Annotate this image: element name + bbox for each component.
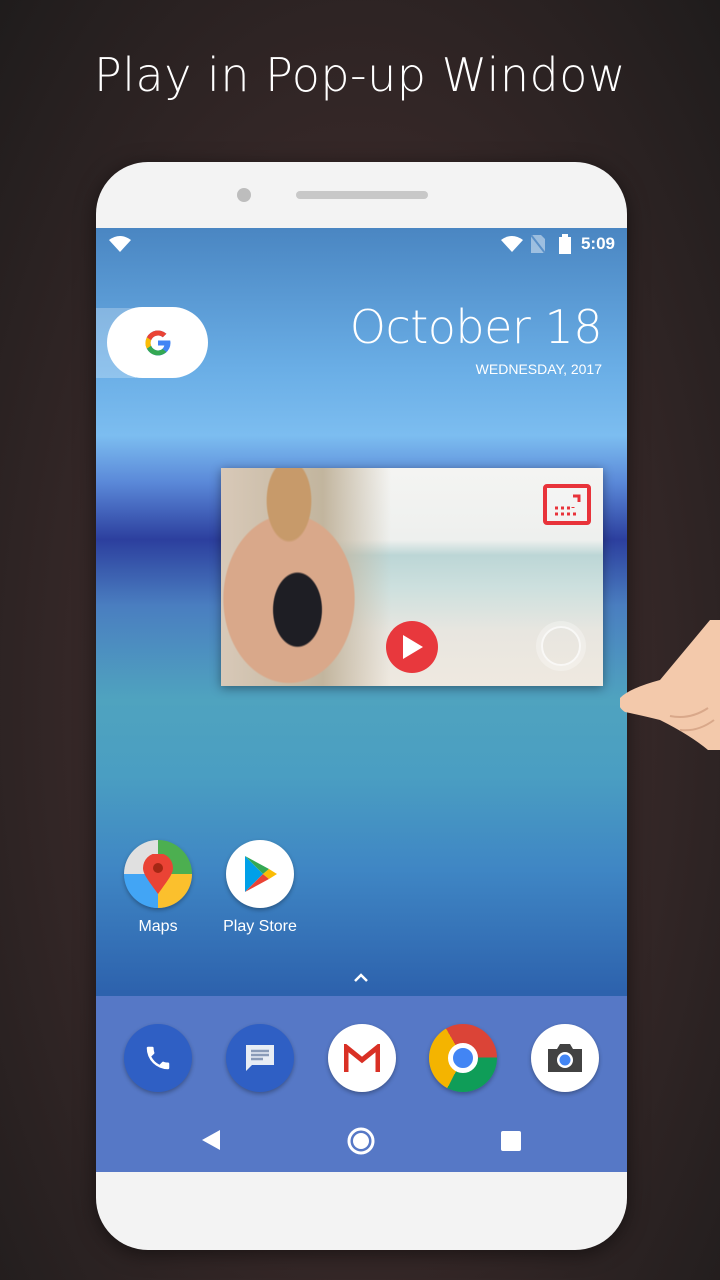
front-camera [237, 188, 251, 202]
home-icon[interactable] [347, 1127, 375, 1160]
chrome-icon[interactable] [429, 1024, 497, 1092]
app-label: Play Store [223, 918, 297, 935]
messages-icon[interactable] [226, 1024, 294, 1092]
popup-video-player[interactable] [221, 468, 603, 686]
promo-title: Play in Pop-up Window [94, 48, 626, 102]
earpiece-speaker [296, 191, 428, 199]
google-g-icon [144, 329, 170, 355]
app-drawer-chevron-icon[interactable] [353, 966, 369, 987]
dock [96, 996, 627, 1110]
play-button[interactable] [386, 621, 438, 673]
maps-icon [124, 840, 192, 908]
fullscreen-button[interactable] [543, 484, 591, 525]
back-icon[interactable] [202, 1130, 220, 1155]
play-icon [403, 635, 423, 659]
pointing-hand-icon [620, 620, 720, 750]
phone-icon[interactable] [124, 1024, 192, 1092]
app-maps[interactable]: Maps [113, 840, 203, 936]
date-widget[interactable]: October 18 [350, 300, 603, 354]
app-label: Maps [138, 918, 178, 935]
camera-icon[interactable] [531, 1024, 599, 1092]
touch-ripple [541, 626, 581, 666]
battery-icon [559, 234, 571, 254]
home-screen: 5:09 October 18 WEDNESDAY, 2017 Maps Pla… [96, 228, 627, 1172]
no-sim-icon [531, 235, 545, 253]
google-search-button[interactable] [107, 307, 208, 378]
play-store-icon [226, 840, 294, 908]
app-play-store[interactable]: Play Store [215, 840, 305, 936]
wifi-icon [501, 236, 523, 252]
status-time: 5:09 [580, 234, 615, 253]
navigation-bar [96, 1110, 627, 1172]
notification-wifi-icon [109, 236, 131, 252]
status-bar: 5:09 [96, 228, 627, 260]
fullscreen-icon [555, 494, 581, 516]
recents-icon[interactable] [501, 1131, 521, 1156]
video-frame [221, 468, 391, 686]
gmail-icon[interactable] [328, 1024, 396, 1092]
day-year-label: WEDNESDAY, 2017 [475, 361, 602, 377]
